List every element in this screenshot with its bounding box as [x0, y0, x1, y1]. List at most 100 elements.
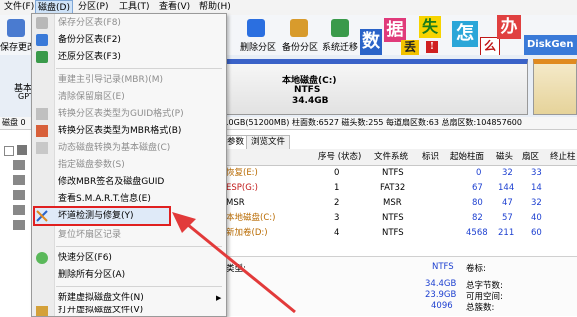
details-total-size: 34.4GB [425, 279, 457, 289]
quick-partition-icon [36, 252, 48, 264]
delete-partition-button[interactable]: 删除分区 [240, 40, 276, 53]
menu-item-convert-to-guid[interactable]: 转换分区表类型为GUID格式(P) [32, 106, 226, 122]
row-head: 47 [502, 198, 513, 208]
menu-item-label: 还原分区表(F3) [58, 52, 121, 62]
delete-partition-icon[interactable] [247, 19, 265, 37]
diskgenius-logo: DiskGen [524, 35, 577, 55]
menu-separator [56, 68, 222, 69]
disk-index-label: 磁盘 0 [2, 118, 26, 127]
row-start-cyl: 67 [472, 183, 483, 193]
menu-item-label: 指定磁盘参数(S) [58, 160, 125, 170]
menu-item-modify-mbr-signature[interactable]: 修改MBR签名及磁盘GUID [32, 174, 226, 190]
menu-item-label: 删除所有分区(A) [58, 270, 126, 280]
partition-block-c[interactable] [225, 59, 528, 115]
col-end-cyl[interactable]: 终止柱 [550, 149, 576, 165]
row-seq: 1 [334, 183, 340, 193]
row-seq: 3 [334, 213, 340, 223]
menu-item-disk-parameters[interactable]: 指定磁盘参数(S) [32, 157, 226, 173]
row-sector: 32 [531, 198, 542, 208]
partition-icon[interactable] [13, 220, 25, 230]
menu-item-rebuild-mbr[interactable]: 重建主引导记录(MBR)(M) [32, 72, 226, 88]
row-seq: 4 [334, 228, 340, 238]
menu-item-restore-partition-table[interactable]: 还原分区表(F3) [32, 49, 226, 65]
annotation-arrow [172, 212, 296, 314]
partition-block-d[interactable] [533, 59, 577, 115]
row-head: 144 [498, 183, 515, 193]
details-cluster-size: 4096 [431, 301, 453, 311]
banner-char: 么 [480, 37, 500, 57]
disk-tree[interactable] [0, 130, 33, 315]
row-start-cyl: 80 [472, 198, 483, 208]
row-name: MSR [226, 198, 245, 208]
menu-item-label: 转换分区表类型为GUID格式(P) [58, 109, 184, 119]
banner-char: ! [426, 41, 438, 53]
col-flag[interactable]: 标识 [422, 149, 439, 165]
backup-partition-icon[interactable] [290, 19, 308, 37]
row-sector: 33 [531, 168, 542, 178]
partition-block-fs: NTFS [294, 85, 321, 95]
col-start-cyl[interactable]: 起始柱面 [450, 149, 484, 165]
table-row[interactable]: MSR 2 MSR 80 47 32 [226, 196, 577, 211]
row-start-cyl: 4568 [466, 228, 488, 238]
row-sector: 60 [531, 228, 542, 238]
restore-icon [36, 51, 48, 63]
menu-item-label: 修改MBR签名及磁盘GUID [58, 177, 165, 187]
menu-item-label: 清除保留扇区(E) [58, 92, 125, 102]
menu-item-label: 新建虚拟磁盘文件(N) [58, 293, 144, 303]
row-head: 57 [502, 213, 513, 223]
banner-char: 失 [419, 16, 441, 38]
row-sector: 14 [531, 183, 542, 193]
convert-icon [36, 142, 48, 154]
row-name: ESP(G:) [226, 183, 258, 193]
col-fs[interactable]: 文件系统 [374, 149, 408, 165]
menu-item-label: 重建主引导记录(MBR)(M) [58, 75, 164, 85]
menu-item-clear-reserved-sectors[interactable]: 清除保留扇区(E) [32, 89, 226, 105]
table-row[interactable]: 恢复(E:) 0 NTFS 0 32 33 [226, 166, 577, 181]
tab-browse-files[interactable]: 浏览文件 [246, 135, 291, 149]
menu-item-dynamic-to-basic[interactable]: 动态磁盘转换为基本磁盘(C) [32, 140, 226, 156]
partition-icon[interactable] [13, 190, 25, 200]
row-start-cyl: 82 [472, 213, 483, 223]
partition-icon[interactable] [13, 205, 25, 215]
partition-icon[interactable] [13, 175, 25, 185]
menu-item-label: 备份分区表(F2) [58, 35, 121, 45]
menu-item-convert-to-mbr[interactable]: 转换分区表类型为MBR格式(B) [32, 123, 226, 139]
bad-sector-icon [36, 210, 48, 222]
menu-item-label: 动态磁盘转换为基本磁盘(C) [58, 143, 171, 153]
partition-block-size: 34.4GB [292, 96, 329, 106]
row-fs: NTFS [382, 228, 404, 238]
col-head[interactable]: 磁头 [496, 149, 513, 165]
expand-icon[interactable] [4, 146, 14, 156]
banner-char: 据 [384, 18, 406, 42]
menu-item-label: 复位坏扇区记录 [58, 230, 122, 240]
partition-icon[interactable] [13, 160, 25, 170]
disk-geometry-text: .0GB(51200MB) 柱面数:6527 磁头数:255 每道扇区数:63 … [226, 118, 522, 127]
details-free-size: 23.9GB [425, 290, 457, 300]
backup-partition-button[interactable]: 备份分区 [282, 40, 318, 53]
menu-item-bad-sector-check[interactable]: 坏道检测与修复(Y) [33, 206, 171, 226]
convert-icon [36, 108, 48, 120]
menu-item-smart-info[interactable]: 查看S.M.A.R.T.信息(E) [32, 191, 226, 207]
banner-char: 数 [360, 29, 382, 55]
convert-icon [36, 125, 48, 137]
col-seq[interactable]: 序号 (状态) [318, 149, 361, 165]
system-migration-button[interactable]: 系统迁移 [322, 40, 358, 53]
backup-icon [36, 34, 48, 46]
banner-char: 办 [497, 15, 521, 39]
system-migration-icon[interactable] [331, 19, 349, 37]
banner-char: 怎 [452, 21, 478, 47]
col-sector[interactable]: 扇区 [522, 149, 539, 165]
menu-item-save-partition-table[interactable]: 保存分区表(F8) [32, 15, 226, 31]
menu-item-label: 转换分区表类型为MBR格式(B) [58, 126, 182, 136]
details-type-value: NTFS [432, 262, 454, 272]
save-changes-icon[interactable] [7, 19, 25, 37]
row-fs: FAT32 [380, 183, 406, 193]
table-row[interactable]: ESP(G:) 1 FAT32 67 144 14 [226, 181, 577, 196]
menu-item-label: 快速分区(F6) [58, 253, 112, 263]
row-fs: MSR [383, 198, 402, 208]
row-fs: NTFS [382, 213, 404, 223]
row-seq: 0 [334, 168, 340, 178]
menu-item-label: 坏道检测与修复(Y) [58, 211, 134, 221]
details-cluster-label: 总簇数: [466, 303, 495, 313]
menu-item-backup-partition-table[interactable]: 备份分区表(F2) [32, 32, 226, 48]
